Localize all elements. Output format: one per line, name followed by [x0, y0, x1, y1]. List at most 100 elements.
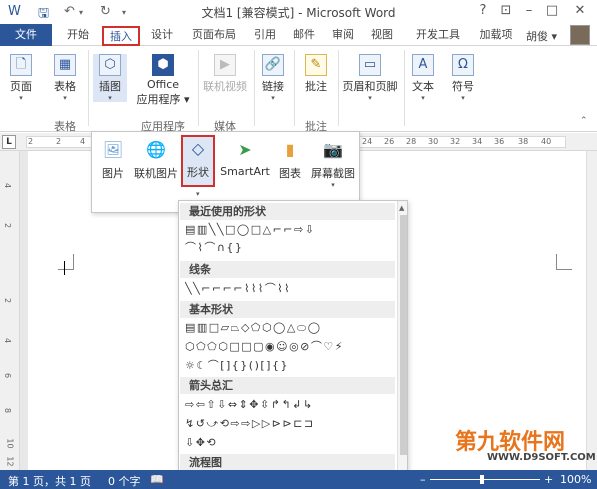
help-button[interactable]: ? — [474, 3, 492, 18]
office-apps-label-2: 应用程序 ▾ — [136, 93, 190, 106]
block-arrows-row[interactable]: ⇨⇦⇧⇩⇔⇕✥⇳↱↰↲↳ — [185, 397, 397, 413]
scroll-thumb[interactable] — [400, 215, 407, 455]
close-button[interactable]: ✕ — [571, 3, 589, 18]
recent-shapes-row[interactable]: ⌒⌇⌒∩{} — [185, 240, 397, 256]
ruler-number: 24 — [362, 137, 373, 146]
link-label: 链接 — [262, 80, 284, 93]
ruler-number: 2 — [56, 137, 62, 146]
omega-icon: Ω — [452, 54, 474, 76]
tab-selector-icon[interactable]: L — [2, 135, 16, 149]
group-divider — [88, 50, 89, 126]
collapse-ribbon-icon[interactable]: ⌃ — [580, 116, 588, 126]
text-box-icon: A — [412, 54, 434, 76]
table-button[interactable]: ▦ 表格 ▾ — [48, 54, 82, 102]
online-video-button[interactable]: ▶ 联机视频 — [200, 54, 250, 94]
comment-icon: ✎ — [305, 54, 327, 76]
chevron-down-icon: ▾ — [368, 94, 372, 102]
chart-button[interactable]: ▮ 图表 — [276, 138, 304, 181]
margin-marker — [58, 254, 74, 270]
online-video-label: 联机视频 — [203, 80, 247, 93]
page-count[interactable]: 第 1 页，共 1 页 — [8, 473, 91, 489]
margin-marker — [556, 254, 572, 270]
vertical-scrollbar[interactable] — [586, 151, 597, 470]
group-divider — [338, 50, 339, 126]
screenshot-label: 屏幕截图 — [311, 167, 355, 180]
ruler-number: 30 — [428, 137, 439, 146]
online-picture-button[interactable]: 🌐 联机图片 — [132, 138, 180, 181]
ribbon-display-options-icon[interactable]: ⊡ — [497, 3, 515, 18]
comment-label: 批注 — [305, 80, 327, 93]
screenshot-button[interactable]: 📷 屏幕截图 ▾ — [310, 138, 356, 189]
illustrations-button[interactable]: ⬡ 插图 ▾ — [93, 54, 127, 102]
shapes-gallery: 最近使用的形状 ▤▥╲╲□◯□△⌐⌐⇨⇩ ⌒⌇⌒∩{} 线条 ╲╲⌐⌐⌐⌐⌇⌇⌇… — [178, 200, 408, 478]
flowchart-header: 流程图 — [180, 454, 395, 471]
block-arrows-row[interactable]: ↯↺⤻⟲⇨⇨▷▷⊳⊳⊏⊐ — [185, 416, 397, 432]
office-apps-button[interactable]: ⬢ Office 应用程序 ▾ — [133, 54, 193, 107]
office-apps-label-1: Office — [146, 78, 180, 91]
maximize-button[interactable]: □ — [543, 3, 561, 18]
text-cursor — [64, 261, 65, 275]
tab-addins[interactable]: 加载项 — [474, 26, 518, 46]
ruler-number: 4 — [3, 337, 13, 344]
gallery-scrollbar[interactable]: ▲ — [397, 201, 407, 477]
basic-shapes-row[interactable]: ▤▥□▱⏢◇⬠⬡◯△⬭◯ — [185, 320, 397, 336]
zoom-level[interactable]: 100% — [560, 473, 591, 486]
online-picture-icon: 🌐 — [146, 140, 166, 159]
symbols-button[interactable]: Ω 符号 ▾ — [446, 54, 480, 102]
watermark-url: WWW.D9SOFT.COM — [487, 452, 596, 463]
link-button[interactable]: 🔗 链接 ▾ — [258, 54, 288, 102]
tab-layout[interactable]: 页面布局 — [186, 26, 242, 46]
chart-label: 图表 — [279, 167, 301, 180]
recent-shapes-header: 最近使用的形状 — [180, 203, 395, 220]
proofing-icon[interactable]: 📖 — [150, 473, 164, 486]
recent-shapes-row[interactable]: ▤▥╲╲□◯□△⌐⌐⇨⇩ — [185, 222, 397, 238]
block-arrows-row[interactable]: ⇩✥⟲ — [185, 435, 397, 451]
basic-shapes-row[interactable]: ☼☾⌒[]{}()[]{} — [185, 358, 397, 374]
zoom-in-button[interactable]: + — [544, 473, 553, 486]
vertical-ruler[interactable]: 4 2 2 4 6 8 10 12 — [0, 151, 20, 470]
picture-button[interactable]: 🖼 图片 — [98, 138, 128, 181]
pages-button[interactable]: 🗋 页面 ▾ — [4, 54, 38, 102]
smartart-icon: ➤ — [238, 140, 252, 159]
header-footer-button[interactable]: ▭ 页眉和页脚 ▾ — [340, 54, 400, 102]
tab-view[interactable]: 视图 — [367, 26, 397, 46]
picture-icon: 🖼 — [102, 140, 124, 159]
bar-chart-icon: ▮ — [285, 140, 295, 159]
zoom-out-button[interactable]: – — [420, 473, 426, 486]
ruler-number: 10 — [5, 438, 15, 449]
tab-review[interactable]: 审阅 — [328, 26, 358, 46]
scroll-up-icon[interactable]: ▲ — [399, 204, 404, 212]
ruler-number: 12 — [5, 456, 15, 467]
word-count[interactable]: 0 个字 — [108, 473, 141, 489]
ruler-number: 2 — [28, 137, 34, 146]
camera-icon: 📷 — [323, 140, 343, 159]
lines-row[interactable]: ╲╲⌐⌐⌐⌐⌇⌇⌇⌒⌇⌇ — [185, 281, 397, 297]
tab-file[interactable]: 文件 — [0, 24, 52, 46]
ruler-number: 2 — [3, 297, 13, 304]
zoom-slider[interactable] — [430, 479, 540, 480]
user-menu[interactable]: 胡俊 ▾ — [526, 28, 557, 44]
basic-shapes-row[interactable]: ⬡⬠⬠⬡□□▢◉☺◎⊘⌒♡⚡ — [185, 339, 397, 355]
ribbon: 🗋 页面 ▾ ▦ 表格 ▾ 表格 ⬡ 插图 ▾ ⬢ Office 应用程序 ▾ … — [0, 46, 597, 133]
avatar[interactable] — [570, 25, 590, 45]
ruler-number: 8 — [3, 407, 13, 414]
zoom-slider-thumb[interactable] — [480, 475, 484, 484]
tab-design[interactable]: 设计 — [146, 26, 178, 46]
tab-insert[interactable]: 插入 — [102, 26, 140, 46]
picture-label: 图片 — [102, 167, 124, 180]
shapes-button[interactable]: ◇ 形状 — [181, 135, 215, 187]
minimize-button[interactable]: – — [520, 3, 538, 18]
tab-home[interactable]: 开始 — [60, 26, 96, 46]
tab-references[interactable]: 引用 — [250, 26, 280, 46]
text-button[interactable]: A 文本 ▾ — [408, 54, 438, 102]
tab-mailings[interactable]: 邮件 — [289, 26, 319, 46]
smartart-button[interactable]: ➤ SmartArt — [220, 138, 270, 178]
shapes-icon: ⬡ — [99, 54, 121, 76]
comment-button[interactable]: ✎ 批注 — [300, 54, 332, 94]
header-footer-label: 页眉和页脚 — [342, 80, 398, 93]
ruler-number: 4 — [3, 182, 13, 189]
group-divider — [404, 50, 405, 126]
chevron-down-icon: ▾ — [331, 181, 335, 189]
group-divider — [254, 50, 255, 126]
tab-developer[interactable]: 开发工具 — [410, 26, 466, 46]
